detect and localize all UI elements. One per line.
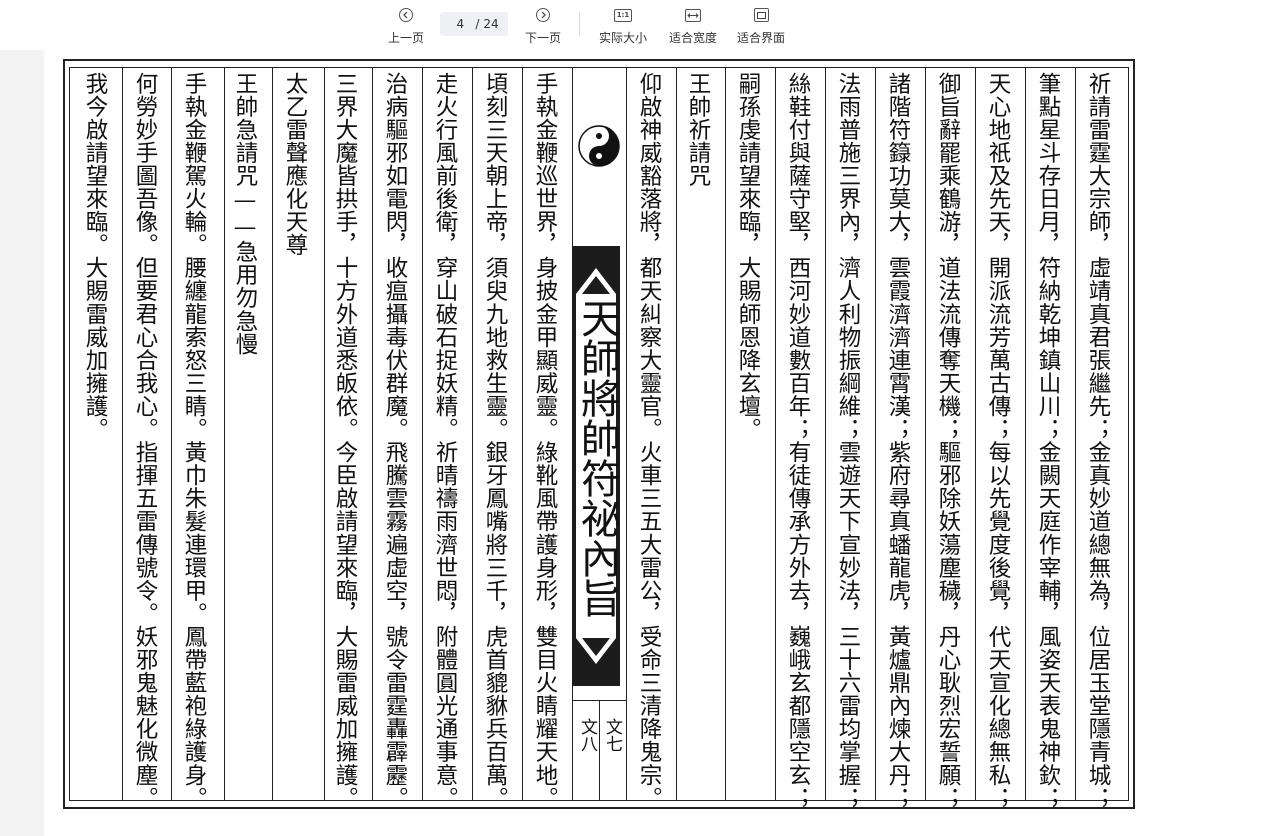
page-separator: / [475,17,480,31]
prev-page-label: 上一页 [387,31,424,45]
column-divider [925,68,926,800]
section-heading: 王帥急請咒——急用勿急慢 [232,72,258,356]
actual-size-button[interactable]: 1:1 实际大小 [598,4,648,46]
text-column: 治病驅邪如電閃，收瘟攝毒伏群魔。飛騰雲霧遍虛空，號令雷霆轟霹靂。 [382,72,408,810]
column-divider [676,68,677,800]
text-column: 祈請雷霆大宗師，虛靖真君張繼先；金真妙道總無為，位居玉堂隱青城； [1085,72,1111,810]
prev-page-button[interactable]: 上一页 [386,4,426,46]
text-column: 手執金鞭駕火輪。腰纏龍索怒三睛。黃巾朱髮連環甲。鳳帶藍袍綠護身。 [181,72,207,810]
column-divider [825,68,826,800]
fit-page-label: 适合界面 [736,31,785,45]
text-column: 頃刻三天朝上帝，須臾九地救生靈。銀牙鳳嘴將三千，虎首貔貅兵百萬。 [482,72,508,810]
column-divider [1075,68,1076,800]
text-column: 筆點星斗存日月，符納乾坤鎮山川；金闕天庭作宰輔，風姿天表鬼神欽； [1035,72,1061,810]
column-divider [975,68,976,800]
text-column: 三界大魔皆拱手，十方外道悉皈依。今臣啟請望來臨，大賜雷威加擁護。 [332,72,358,810]
document-page: 祈請雷霆大宗師，虛靖真君張繼先；金真妙道總無為，位居玉堂隱青城； 筆點星斗存日月… [44,50,1279,836]
total-pages: 24 [483,17,499,31]
column-divider [171,68,172,800]
column-divider [324,68,325,800]
column-divider [522,68,523,800]
yin-yang-icon [578,125,620,167]
current-page-input[interactable] [449,17,472,31]
page-marker-left: 文八 [577,718,597,752]
text-column: 手執金鞭巡世界，身披金甲顯威靈。綠靴風帶護身形，雙目火睛耀天地。 [532,72,558,810]
fit-width-icon [684,6,702,24]
column-divider [875,68,876,800]
viewer-toolbar: 上一页 / 24 下一页 1:1 实际大小 适合宽度 [0,0,1279,50]
text-column: 我今啟請望來臨。大賜雷威加擁護。 [82,72,108,441]
column-divider [472,68,473,800]
next-page-label: 下一页 [524,31,561,45]
text-column: 走火行風前後衛，穿山破石捉妖精。祈晴禱雨濟世悶，附體圓光通事意。 [432,72,458,810]
column-divider [775,68,776,800]
fit-width-label: 适合宽度 [668,31,717,45]
text-column: 天心地祇及先天，開派流芳萬古傳；每以先覺度後覺，代天宣化總無私； [985,72,1011,810]
page-marker-right: 文七 [602,718,622,752]
text-column: 絲鞋付與薩守堅，西河妙道數百年；有徒傳承方外去，巍峨玄都隱空玄； [785,72,811,810]
chevron-left-circle-icon [397,6,415,24]
fit-page-button[interactable]: 适合界面 [736,4,786,46]
column-divider [372,68,373,800]
text-column: 何勞妙手圖吾像。但要君心合我心。指揮五雷傳號令。妖邪鬼魅化微塵。 [132,72,158,810]
column-divider [626,68,627,800]
page-indicator: / 24 [440,12,508,36]
text-column: 嗣孫虔請望來臨，大賜師恩降玄壇。 [735,72,761,441]
column-divider [272,68,273,800]
fit-width-button[interactable]: 适合宽度 [668,4,718,46]
column-divider [122,68,123,800]
section-heading: 太乙雷聲應化天尊 [282,72,308,257]
column-divider [725,68,726,800]
column-divider [422,68,423,800]
document-title: 天師將帥符祕內旨 [574,298,620,618]
page-marker-divider [599,700,600,800]
column-divider [1025,68,1026,800]
fit-page-icon [752,6,770,24]
column-divider [224,68,225,800]
text-column: 法雨普施三界內，濟人利物振綱維；雲遊天下宣妙法，三十六雷均掌握； [835,72,861,810]
text-column: 御旨辭罷乘鶴游，道法流傳奪天機；驅邪除妖蕩塵穢，丹心耿烈宏誓願； [935,72,961,810]
chevron-up-ornament [572,246,620,294]
toolbar-divider [579,12,580,36]
chevron-right-circle-icon [534,6,552,24]
next-page-button[interactable]: 下一页 [523,4,563,46]
actual-size-label: 实际大小 [598,31,647,45]
one-to-one-icon: 1:1 [614,6,632,24]
section-heading: 王帥祈請咒 [685,72,711,188]
text-column: 仰啟神威豁落將，都天糾察大靈官。火車三五大雷公，受命三清降鬼宗。 [636,72,662,810]
text-column: 諸階符籙功莫大，雲霞濟濟連霄漢；紫府尋真蟠龍虎，黃爐鼎內煉大丹； [885,72,911,810]
chevron-down-ornament [572,638,620,686]
